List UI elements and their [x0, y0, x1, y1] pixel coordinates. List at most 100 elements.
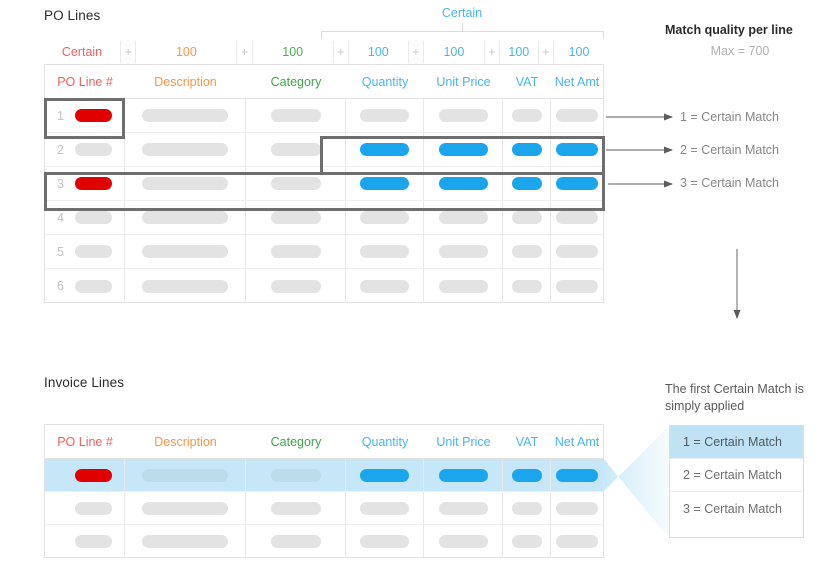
column-header-po-line[interactable]: PO Line #: [45, 425, 125, 458]
match-quality-title: Match quality per line: [665, 23, 835, 37]
column-header-unit-price[interactable]: Unit Price: [424, 65, 503, 98]
value-pill: [439, 502, 488, 515]
cell-quantity[interactable]: [346, 201, 424, 234]
column-header-description[interactable]: Description: [125, 425, 246, 458]
cell-vat[interactable]: [503, 133, 551, 166]
column-header-vat[interactable]: VAT: [503, 425, 551, 458]
cell-category[interactable]: [246, 167, 346, 200]
cell-po-line[interactable]: 3: [45, 167, 125, 200]
column-header-quantity[interactable]: Quantity: [346, 65, 424, 98]
cell-description[interactable]: [125, 235, 246, 268]
cell-unit-price[interactable]: [424, 269, 503, 303]
column-header-quantity[interactable]: Quantity: [346, 425, 424, 458]
value-pill: [75, 502, 112, 515]
cell-vat[interactable]: [503, 459, 551, 491]
cell-po-line[interactable]: 1: [45, 99, 125, 132]
column-header-net-amt[interactable]: Net Amt: [551, 65, 603, 98]
value-pill: [512, 535, 542, 548]
cell-unit-price[interactable]: [424, 133, 503, 166]
value-pill-blue: [439, 469, 488, 482]
column-header-po-line[interactable]: PO Line #: [45, 65, 125, 98]
list-item-match-1[interactable]: 1 = Certain Match: [670, 426, 803, 459]
table-row[interactable]: [45, 525, 603, 558]
cell-description[interactable]: [125, 201, 246, 234]
cell-po-line[interactable]: [45, 525, 125, 558]
value-pill: [142, 469, 228, 482]
cell-unit-price[interactable]: [424, 99, 503, 132]
cell-category[interactable]: [246, 133, 346, 166]
cell-quantity[interactable]: [346, 525, 424, 558]
cell-net-amt[interactable]: [551, 99, 603, 132]
value-pill: [271, 143, 321, 156]
column-header-category[interactable]: Category: [246, 425, 346, 458]
table-row[interactable]: 4: [45, 201, 603, 235]
cell-description[interactable]: [125, 99, 246, 132]
cell-quantity[interactable]: [346, 269, 424, 303]
cell-category[interactable]: [246, 99, 346, 132]
cell-net-amt[interactable]: [551, 167, 603, 200]
cell-quantity[interactable]: [346, 459, 424, 491]
table-row[interactable]: 2: [45, 133, 603, 167]
cell-vat[interactable]: [503, 201, 551, 234]
cell-description[interactable]: [125, 492, 246, 524]
cell-net-amt[interactable]: [551, 235, 603, 268]
list-item-match-3[interactable]: 3 = Certain Match: [670, 492, 803, 525]
cell-vat[interactable]: [503, 167, 551, 200]
cell-category[interactable]: [246, 269, 346, 303]
cell-category[interactable]: [246, 525, 346, 558]
cell-vat[interactable]: [503, 99, 551, 132]
cell-unit-price[interactable]: [424, 167, 503, 200]
cell-unit-price[interactable]: [424, 459, 503, 491]
cell-net-amt[interactable]: [551, 201, 603, 234]
cell-net-amt[interactable]: [551, 133, 603, 166]
cell-category[interactable]: [246, 459, 346, 491]
cell-po-line[interactable]: 6: [45, 269, 125, 303]
cell-category[interactable]: [246, 492, 346, 524]
cell-description[interactable]: [125, 525, 246, 558]
cell-category[interactable]: [246, 235, 346, 268]
cell-unit-price[interactable]: [424, 201, 503, 234]
column-header-vat[interactable]: VAT: [503, 65, 551, 98]
table-row[interactable]: 5: [45, 235, 603, 269]
cell-quantity[interactable]: [346, 133, 424, 166]
certain-match-list[interactable]: 1 = Certain Match 2 = Certain Match 3 = …: [669, 425, 804, 538]
table-row-selected[interactable]: [45, 459, 603, 492]
cell-quantity[interactable]: [346, 492, 424, 524]
list-item-match-2[interactable]: 2 = Certain Match: [670, 459, 803, 492]
table-row[interactable]: 1: [45, 99, 603, 133]
column-header-unit-price[interactable]: Unit Price: [424, 425, 503, 458]
cell-po-line[interactable]: [45, 492, 125, 524]
cell-net-amt[interactable]: [551, 525, 603, 558]
table-row[interactable]: 6: [45, 269, 603, 303]
column-header-description[interactable]: Description: [125, 65, 246, 98]
table-row[interactable]: [45, 492, 603, 525]
column-header-category[interactable]: Category: [246, 65, 346, 98]
cell-po-line[interactable]: 5: [45, 235, 125, 268]
cell-vat[interactable]: [503, 269, 551, 303]
cell-vat[interactable]: [503, 235, 551, 268]
value-pill: [512, 502, 542, 515]
cell-unit-price[interactable]: [424, 235, 503, 268]
table-row[interactable]: 3: [45, 167, 603, 201]
cell-category[interactable]: [246, 201, 346, 234]
formula-term: Certain: [44, 41, 121, 63]
cell-description[interactable]: [125, 133, 246, 166]
cell-description[interactable]: [125, 269, 246, 303]
cell-net-amt[interactable]: [551, 269, 603, 303]
cell-quantity[interactable]: [346, 235, 424, 268]
cell-net-amt[interactable]: [551, 459, 603, 491]
column-header-net-amt[interactable]: Net Amt: [551, 425, 603, 458]
cell-po-line[interactable]: [45, 459, 125, 491]
cell-net-amt[interactable]: [551, 492, 603, 524]
cell-vat[interactable]: [503, 525, 551, 558]
cell-po-line[interactable]: 4: [45, 201, 125, 234]
cell-description[interactable]: [125, 167, 246, 200]
cell-vat[interactable]: [503, 492, 551, 524]
cell-po-line[interactable]: 2: [45, 133, 125, 166]
cell-description[interactable]: [125, 459, 246, 491]
value-pill: [439, 245, 488, 258]
cell-quantity[interactable]: [346, 99, 424, 132]
cell-unit-price[interactable]: [424, 525, 503, 558]
cell-quantity[interactable]: [346, 167, 424, 200]
cell-unit-price[interactable]: [424, 492, 503, 524]
